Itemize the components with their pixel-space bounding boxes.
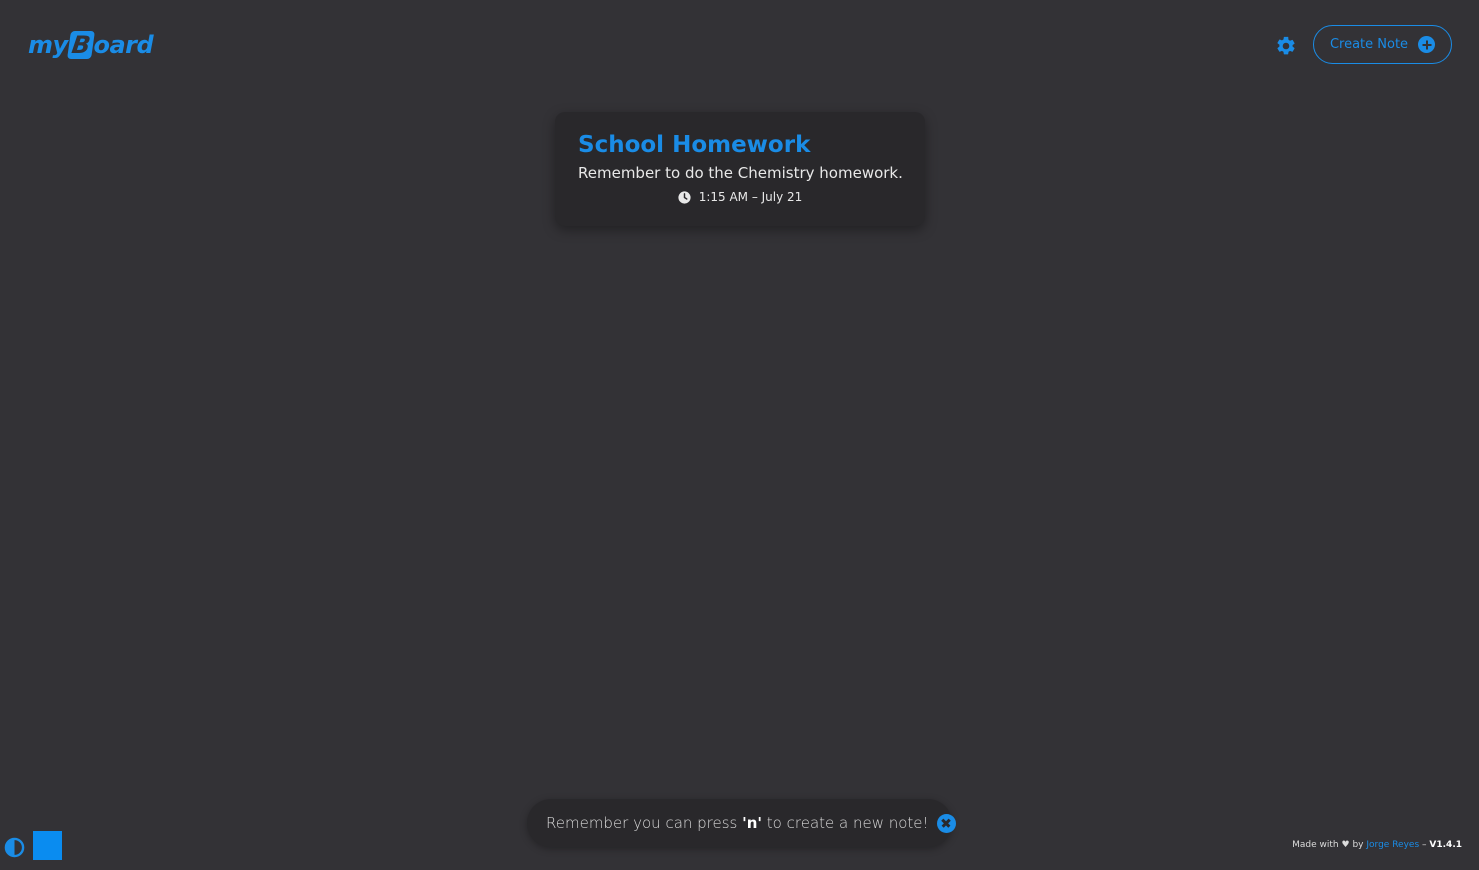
- gear-icon: [1277, 36, 1295, 55]
- plus-circle-icon: [1418, 36, 1436, 53]
- note-timestamp: 1:15 AM – July 21: [578, 190, 902, 204]
- footer-made-with: Made with: [1292, 840, 1339, 850]
- note-card[interactable]: School Homework Remember to do the Chemi…: [555, 112, 925, 226]
- tip-text-after: to create a new note!: [762, 814, 929, 832]
- create-note-button[interactable]: Create Note: [1313, 25, 1452, 64]
- tip-text: Remember you can press 'n' to create a n…: [546, 814, 929, 832]
- tip-toast: Remember you can press 'n' to create a n…: [527, 799, 956, 847]
- footer-separator: –: [1422, 840, 1427, 850]
- tip-text-before: Remember you can press: [546, 814, 743, 832]
- settings-button[interactable]: [1274, 34, 1298, 58]
- version-label: V1.4.1: [1429, 840, 1462, 850]
- clock-icon: [678, 190, 691, 204]
- note-body: Remember to do the Chemistry homework.: [578, 164, 903, 182]
- app-root: my Board Create Note School Homework Reme…: [0, 0, 1479, 870]
- half-circle-contrast-icon[interactable]: [4, 837, 25, 858]
- logo-box-letter: B: [66, 31, 95, 59]
- footer-by: by: [1352, 840, 1364, 850]
- note-title: School Homework: [578, 132, 811, 158]
- accent-color-swatch[interactable]: [33, 831, 62, 860]
- app-logo[interactable]: my Board: [28, 28, 154, 62]
- logo-suffix: oard: [93, 31, 154, 59]
- footer-credits: Made with ♥ by Jorge Reyes – V1.4.1: [1292, 840, 1462, 850]
- create-note-label: Create Note: [1329, 37, 1409, 52]
- tip-key: 'n': [742, 814, 763, 832]
- logo-prefix: my: [28, 31, 68, 59]
- heart-icon: ♥: [1341, 840, 1350, 850]
- author-link[interactable]: Jorge Reyes: [1366, 840, 1419, 850]
- note-time-text: 1:15 AM – July 21: [698, 190, 803, 204]
- close-circle-icon[interactable]: [936, 813, 956, 833]
